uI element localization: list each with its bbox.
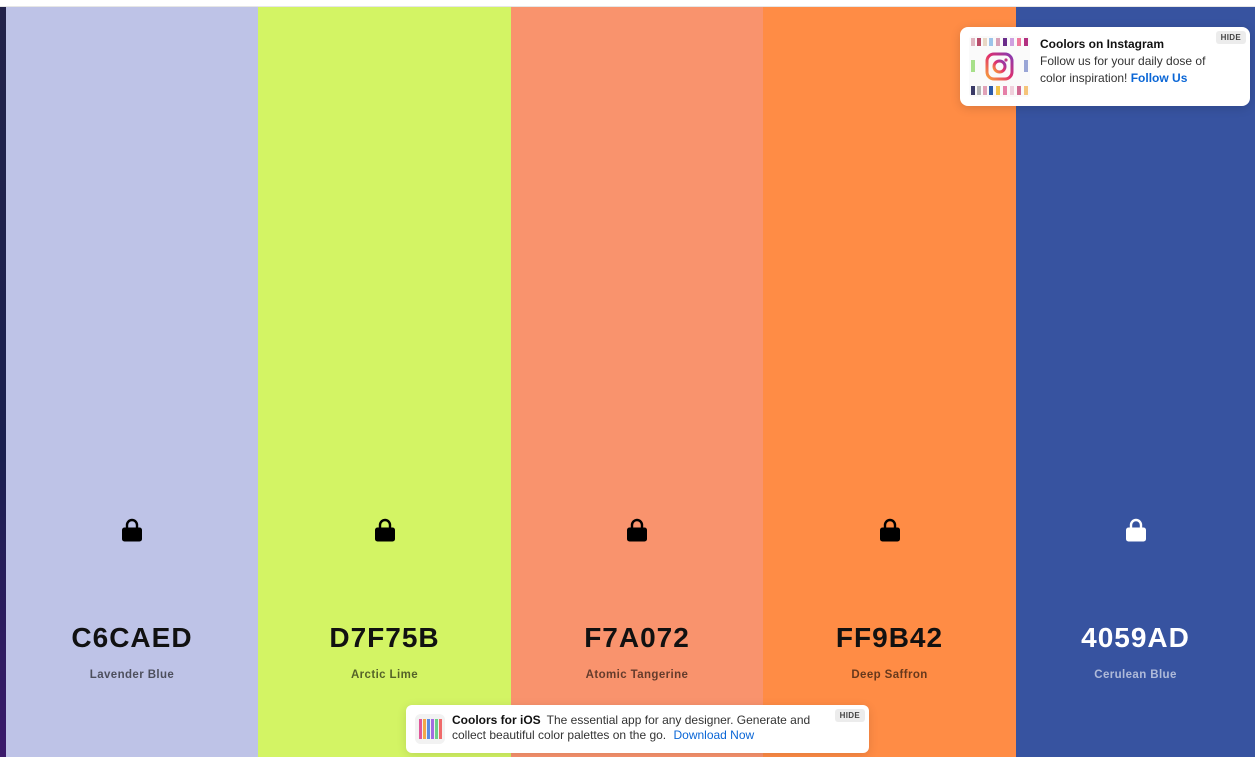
ios-promo-toast: Coolors for iOS The essential app for any… xyxy=(406,705,869,753)
color-name[interactable]: Atomic Tangerine xyxy=(511,669,763,681)
lock-icon[interactable] xyxy=(120,515,144,543)
hide-button[interactable]: HIDE xyxy=(1215,31,1246,44)
ios-app-thumbnail xyxy=(415,714,445,744)
color-name[interactable]: Deep Saffron xyxy=(763,669,1016,681)
lock-icon[interactable] xyxy=(1124,515,1148,543)
color-name[interactable]: Lavender Blue xyxy=(6,669,258,681)
hide-button[interactable]: HIDE xyxy=(834,709,865,722)
download-now-link[interactable]: Download Now xyxy=(673,728,754,742)
color-name[interactable]: Arctic Lime xyxy=(258,669,511,681)
hex-code[interactable]: F7A072 xyxy=(511,622,763,654)
color-swatch-deep-saffron[interactable]: FF9B42 Deep Saffron xyxy=(763,7,1016,757)
toast-body: Follow us for your daily dose of color i… xyxy=(1040,53,1230,87)
hex-code[interactable]: FF9B42 xyxy=(763,622,1016,654)
instagram-icon xyxy=(969,36,1030,97)
browser-top-edge xyxy=(0,0,1255,7)
lock-icon[interactable] xyxy=(373,515,397,543)
instagram-promo-toast: Coolors on Instagram Follow us for your … xyxy=(960,27,1250,106)
instagram-thumbnail xyxy=(969,36,1030,97)
follow-us-link[interactable]: Follow Us xyxy=(1131,71,1188,85)
hex-code[interactable]: C6CAED xyxy=(6,622,258,654)
color-swatch-cerulean-blue[interactable]: 4059AD Cerulean Blue xyxy=(1016,7,1255,757)
color-swatch-atomic-tangerine[interactable]: F7A072 Atomic Tangerine xyxy=(511,7,763,757)
toast-title: Coolors on Instagram xyxy=(1040,37,1165,51)
color-swatch-arctic-lime[interactable]: D7F75B Arctic Lime xyxy=(258,7,511,757)
hex-code[interactable]: 4059AD xyxy=(1016,622,1255,654)
color-name[interactable]: Cerulean Blue xyxy=(1016,669,1255,681)
lock-icon[interactable] xyxy=(625,515,649,543)
toast-body: Coolors for iOS The essential app for any… xyxy=(452,713,822,743)
toast-title: Coolors for iOS xyxy=(452,713,541,727)
lock-icon[interactable] xyxy=(878,515,902,543)
color-swatch-lavender-blue[interactable]: C6CAED Lavender Blue xyxy=(6,7,258,757)
app-icon xyxy=(415,714,445,744)
palette-generator: C6CAED Lavender Blue D7F75B Arctic Lime … xyxy=(6,7,1255,757)
hex-code[interactable]: D7F75B xyxy=(258,622,511,654)
